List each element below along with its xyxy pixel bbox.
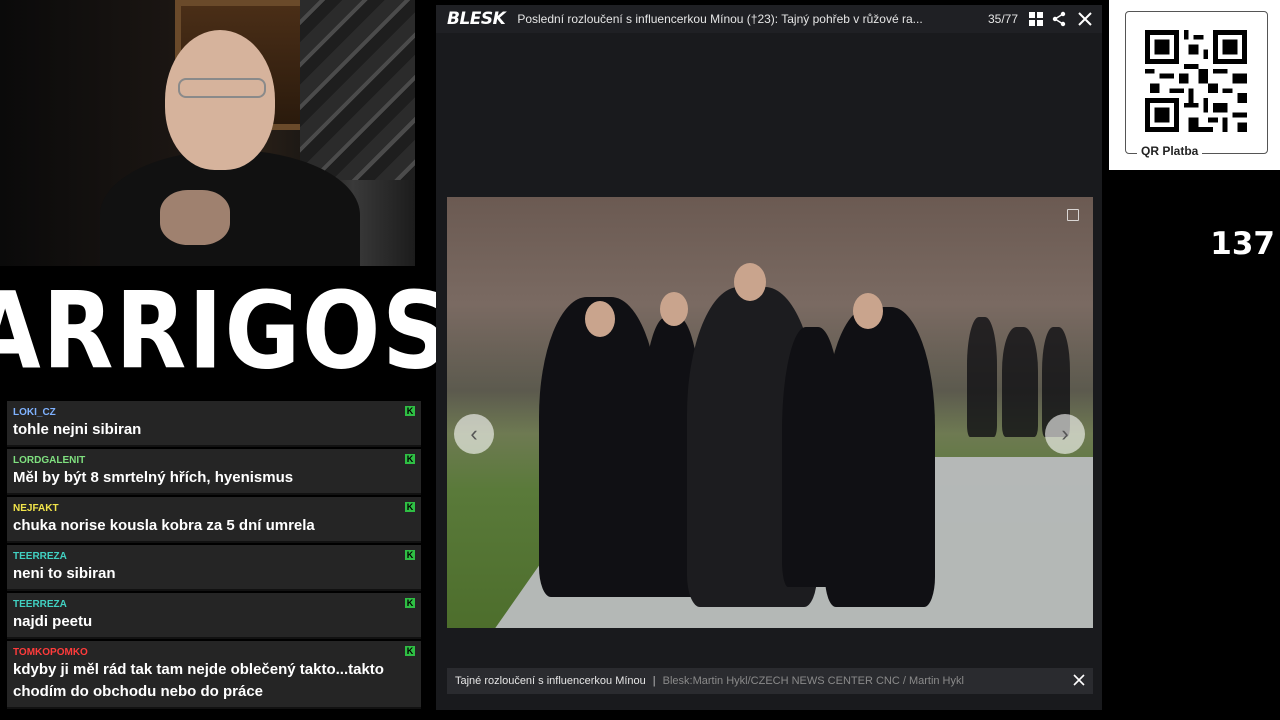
streamer-hand bbox=[160, 190, 230, 245]
kick-badge-icon: K bbox=[405, 502, 415, 512]
photo-person bbox=[539, 297, 659, 597]
close-icon[interactable] bbox=[1077, 11, 1093, 27]
next-arrow-button[interactable]: › bbox=[1045, 414, 1085, 454]
blesk-logo[interactable]: BLESK bbox=[447, 9, 506, 29]
chat-username: TEERREZA bbox=[13, 599, 67, 610]
gallery-header: BLESK Poslední rozloučení s influencerko… bbox=[436, 5, 1102, 33]
kick-badge-icon: K bbox=[405, 454, 415, 464]
gallery-title: Poslední rozloučení s influencerkou Míno… bbox=[517, 12, 923, 26]
photo-face bbox=[734, 263, 766, 301]
share-icon[interactable] bbox=[1051, 11, 1067, 27]
photo-person bbox=[825, 307, 935, 607]
qr-code-icon[interactable] bbox=[1145, 30, 1247, 132]
grid-icon[interactable] bbox=[1028, 11, 1044, 27]
chat-text: najdi peetu bbox=[13, 613, 93, 630]
chat-text: tohle nejni sibiran bbox=[13, 421, 142, 438]
image-counter: 35/77 bbox=[988, 12, 1019, 26]
chat-username: TOMKOPOMKO bbox=[13, 647, 88, 658]
photo-face bbox=[660, 292, 688, 326]
chat-text: kdyby ji měl rád tak tam nejde oblečený … bbox=[13, 661, 384, 700]
caption-text: Tajné rozloučení s influencerkou Mínou bbox=[455, 675, 646, 687]
photo-face bbox=[585, 301, 615, 337]
expand-icon[interactable] bbox=[1067, 209, 1079, 221]
photo-person bbox=[1002, 327, 1038, 437]
prev-arrow-button[interactable]: ‹ bbox=[454, 414, 494, 454]
gallery-photo: ‹ › bbox=[447, 197, 1093, 628]
kick-badge-icon: K bbox=[405, 550, 415, 560]
chat-username: LOKI_CZ bbox=[13, 407, 56, 418]
logo-text: ARRIGOS bbox=[0, 269, 451, 393]
chat-username: LORDGALENIT bbox=[13, 455, 86, 466]
chat-message: TEERREZA neni to sibiran K bbox=[7, 545, 421, 591]
chat-message: LORDGALENIT Měl by být 8 smrtelný hřích,… bbox=[7, 449, 421, 495]
chat-message: TEERREZA najdi peetu K bbox=[7, 593, 421, 639]
chat-overlay: LOKI_CZ tohle nejni sibiran K LORDGALENI… bbox=[7, 401, 421, 711]
streamer-head bbox=[165, 30, 275, 170]
viewer-count: 137 bbox=[1210, 226, 1275, 262]
chat-username: TEERREZA bbox=[13, 551, 67, 562]
caption-close-icon[interactable] bbox=[1071, 672, 1087, 688]
webcam-feed bbox=[0, 0, 415, 266]
chat-text: Měl by být 8 smrtelný hřích, hyenismus bbox=[13, 469, 294, 486]
photo-person bbox=[967, 317, 997, 437]
kick-badge-icon: K bbox=[405, 598, 415, 608]
chat-text: chuka norise kousla kobra za 5 dní umrel… bbox=[13, 517, 315, 534]
chat-message: TOMKOPOMKO kdyby ji měl rád tak tam nejd… bbox=[7, 641, 421, 709]
chat-username: NEJFAKT bbox=[13, 503, 59, 514]
acoustic-foam bbox=[300, 0, 415, 180]
caption-credit: Blesk:Martin Hykl/CZECH NEWS CENTER CNC … bbox=[662, 675, 964, 687]
chat-message: NEJFAKT chuka norise kousla kobra za 5 d… bbox=[7, 497, 421, 543]
kick-badge-icon: K bbox=[405, 646, 415, 656]
chat-message: LOKI_CZ tohle nejni sibiran K bbox=[7, 401, 421, 447]
photo-caption: Tajné rozloučení s influencerkou Mínou |… bbox=[447, 668, 1093, 694]
channel-logo: ARRIGOS bbox=[0, 266, 449, 396]
photo-gallery: BLESK Poslední rozloučení s influencerko… bbox=[436, 5, 1102, 710]
photo-face bbox=[853, 293, 883, 329]
glasses bbox=[178, 78, 266, 98]
caption-separator: | bbox=[652, 675, 656, 687]
qr-label: QR Platba bbox=[1137, 144, 1203, 158]
kick-badge-icon: K bbox=[405, 406, 415, 416]
chat-text: neni to sibiran bbox=[13, 565, 116, 582]
qr-payment-panel: QR Platba bbox=[1109, 0, 1280, 170]
